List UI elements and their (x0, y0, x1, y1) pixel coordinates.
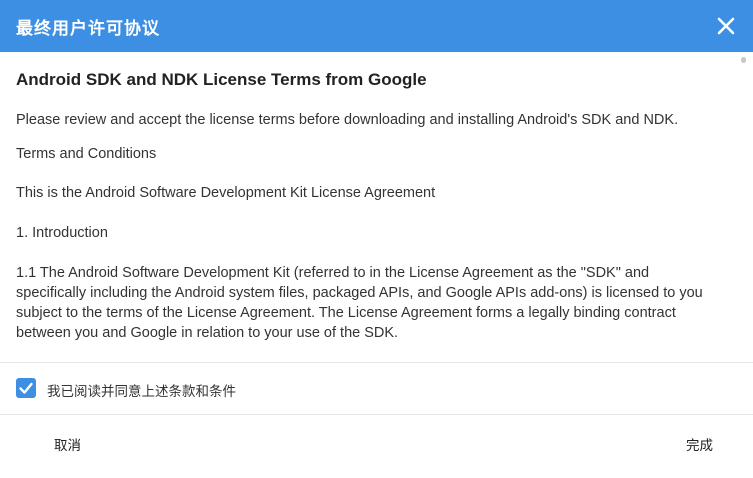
agree-label[interactable]: 我已阅读并同意上述条款和条件 (47, 380, 236, 400)
license-heading: Android SDK and NDK License Terms from G… (16, 70, 427, 89)
section-1-1-text: 1.1 The Android Software Development Kit… (16, 265, 703, 341)
dialog-title: 最终用户许可协议 (16, 19, 160, 38)
license-content[interactable]: Android SDK and NDK License Terms from G… (0, 52, 753, 362)
close-icon[interactable] (713, 13, 739, 39)
scrollbar-thumb[interactable] (741, 57, 746, 63)
agreement-title: This is the Android Software Development… (16, 185, 436, 201)
license-intro: Please review and accept the license ter… (16, 112, 679, 128)
terms-title: Terms and Conditions (16, 146, 157, 162)
done-button[interactable]: 完成 (686, 434, 713, 454)
divider (0, 362, 753, 363)
cancel-button[interactable]: 取消 (54, 434, 81, 454)
license-dialog: 最终用户许可协议 Android SDK and NDK License Ter… (0, 0, 753, 478)
check-icon (19, 382, 33, 394)
section-1-heading: 1. Introduction (16, 225, 108, 241)
divider (0, 414, 753, 415)
dialog-titlebar: 最终用户许可协议 (0, 0, 753, 52)
agree-checkbox[interactable] (16, 378, 36, 398)
